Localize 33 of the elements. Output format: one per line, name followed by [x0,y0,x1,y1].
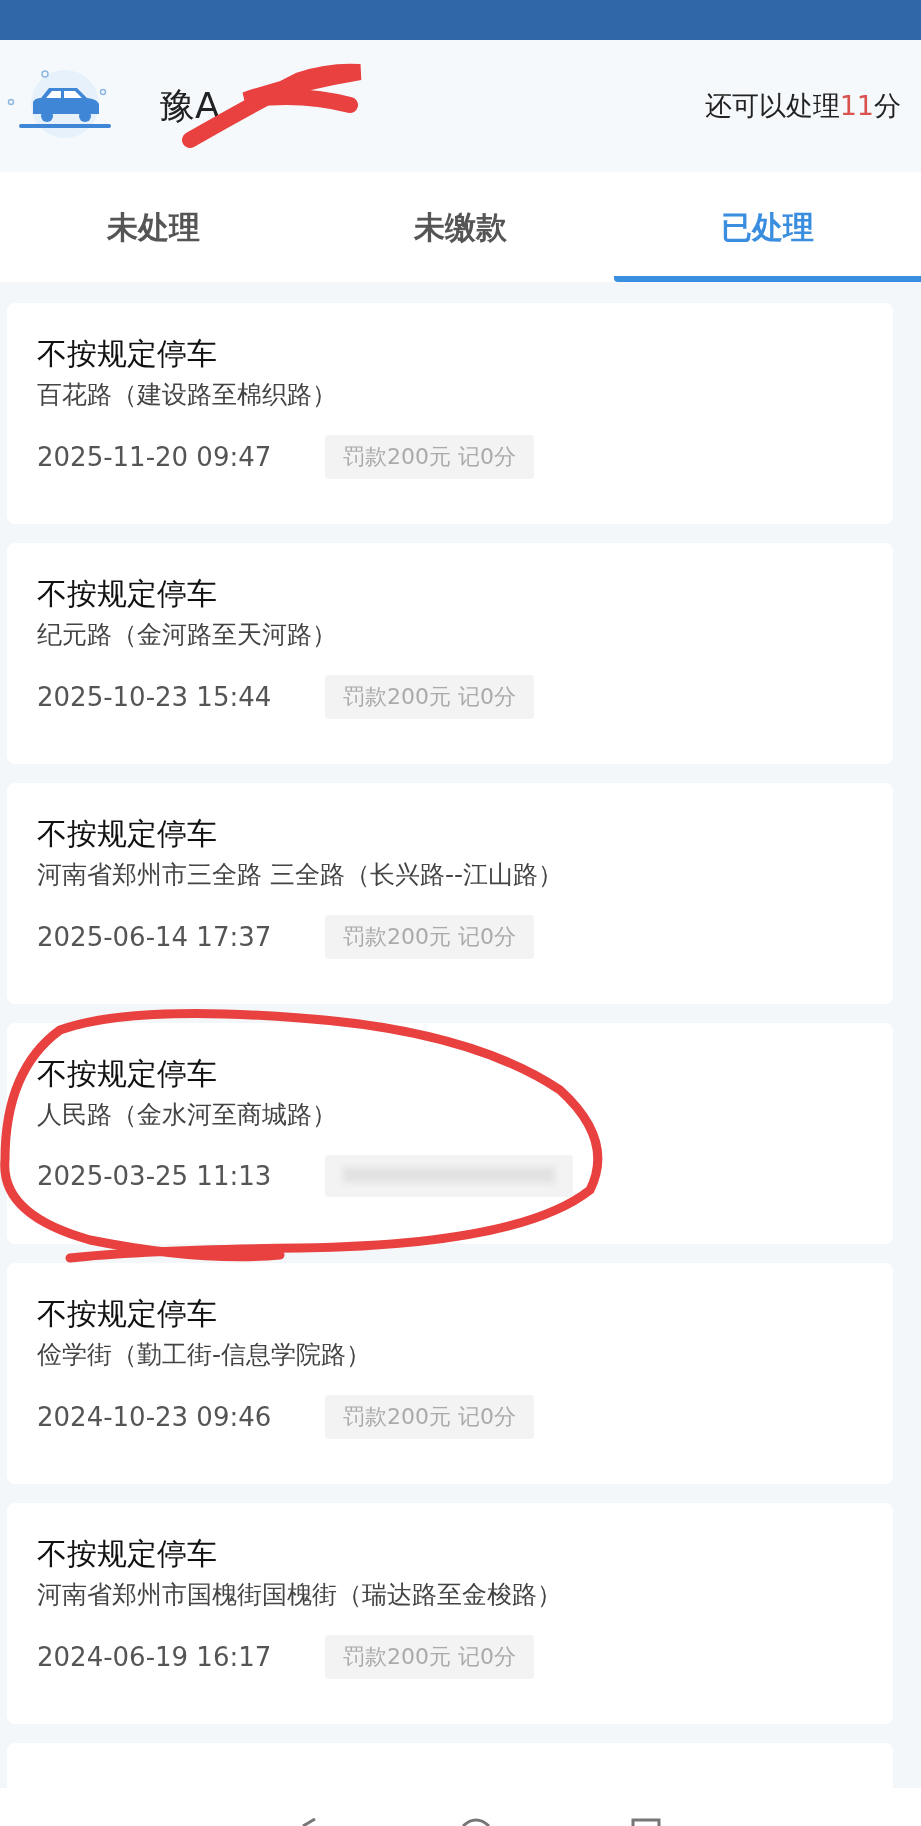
penalty-tag: 罚款200元 记0分 [325,675,534,719]
recent-apps-icon [630,1818,661,1826]
violation-card[interactable]: 不按规定停车 河南省郑州市国槐街国槐街（瑞达路至金梭路） 2024-06-19 16:17 罚款200元 记0分 [7,1503,893,1724]
license-plate: 豫A [159,83,220,128]
penalty-tag: 罚款200元 记0分 [325,1635,534,1679]
violation-title: 不按规定停车 [37,575,218,613]
violation-title: 不按规定停车 [37,1295,218,1333]
penalty-tag: 罚款200元 记0分 [325,435,534,479]
violation-time: 2024-06-19 16:17 [37,1642,273,1672]
violation-location: 河南省郑州市国槐街国槐街（瑞达路至金梭路） [37,1579,563,1611]
violation-location: 纪元路（金河路至天河路） [37,619,338,651]
violation-location: 人民路（金水河至商城路） [37,1099,338,1131]
violation-title: 不按规定停车 [37,815,218,853]
violation-title: 不按规定停车 [37,1535,218,1573]
penalty-tag: 罚款200元 记0分 [325,1395,534,1439]
violation-location: 百花路（建设路至棉织路） [37,379,338,411]
violation-card[interactable]: 不按规定停车 俭学街（勤工街-信息学院路） 2024-10-23 09:46 罚款200元 记0分 [7,1263,893,1484]
penalty-tag: 罚款200元 记0分 [325,915,534,959]
violation-time: 2025-06-14 17:37 [37,922,273,952]
violation-card[interactable]: 不按规定停车 百花路（建设路至棉织路） 2025-11-20 09:47 罚款200元 记0分 [7,303,893,524]
home-icon [460,1818,491,1826]
remaining-points: 还可以处理11分 [704,89,901,123]
violation-time: 2024-10-23 09:46 [37,1402,273,1432]
violation-card[interactable]: 不按规定停车 纪元路（金河路至天河路） 2025-10-23 15:44 罚款200元 记0分 [7,543,893,764]
violation-time: 2025-11-20 09:47 [37,442,273,472]
violation-title: 不按规定停车 [37,335,218,373]
violation-location: 河南省郑州市三全路 三全路（长兴路--江山路） [37,859,564,891]
violation-location: 俭学街（勤工街-信息学院路） [37,1339,373,1371]
violation-title: 不按规定停车 [37,1055,218,1093]
violation-card[interactable]: 不按规定停车 河南省郑州市三全路 三全路（长兴路--江山路） 2025-06-14 17:37 罚款200元 记0分 [7,783,893,1004]
violation-time: 2025-10-23 15:44 [37,682,273,712]
violation-time: 2025-03-25 11:13 [37,1161,273,1191]
violation-card[interactable]: 不按规定停车 人民路（金水河至商城路） 2025-03-25 11:13 [7,1023,893,1244]
